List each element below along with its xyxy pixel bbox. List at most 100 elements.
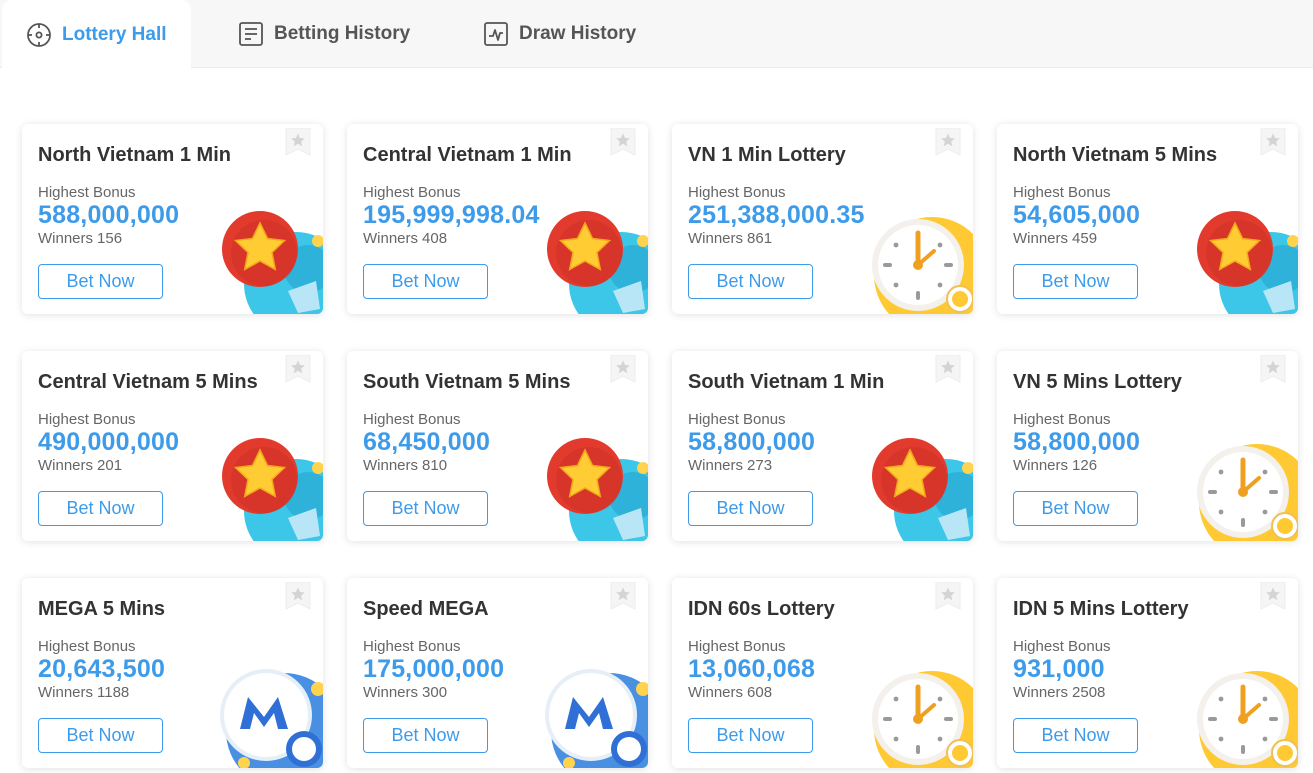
winners-count: 156 [97, 230, 123, 247]
star-ball-icon [218, 209, 323, 314]
highest-bonus-label: Highest Bonus [363, 638, 461, 655]
winners-label: Winners [363, 457, 419, 474]
winners: Winners 810 [363, 457, 447, 474]
game-name: North Vietnam 5 Mins [1013, 144, 1218, 166]
winners-label: Winners [1013, 230, 1069, 247]
game-card[interactable]: IDN 60s Lottery Highest Bonus 13,060,068… [672, 578, 973, 768]
winners-count: 300 [422, 684, 448, 701]
game-card[interactable]: Central Vietnam 1 Min Highest Bonus 195,… [347, 124, 648, 314]
star-ball-icon [543, 209, 648, 314]
star-ball-icon [1193, 209, 1298, 314]
game-name: MEGA 5 Mins [38, 598, 166, 620]
game-name: IDN 5 Mins Lottery [1013, 598, 1189, 620]
game-name: IDN 60s Lottery [688, 598, 835, 620]
winners: Winners 408 [363, 230, 447, 247]
winners-label: Winners [688, 457, 744, 474]
favorite-star-icon[interactable] [933, 582, 963, 612]
game-name: Central Vietnam 5 Mins [38, 371, 258, 393]
highest-bonus-label: Highest Bonus [1013, 411, 1111, 428]
favorite-star-icon[interactable] [1258, 128, 1288, 158]
highest-bonus-value: 490,000,000 [38, 428, 180, 456]
tab-lottery-hall[interactable]: Lottery Hall [2, 0, 191, 69]
tab-draw-history[interactable]: Draw History [483, 0, 636, 68]
highest-bonus-value: 195,999,998.04 [363, 201, 540, 229]
bet-now-button[interactable]: Bet Now [688, 491, 813, 526]
game-card[interactable]: IDN 5 Mins Lottery Highest Bonus 931,000… [997, 578, 1298, 768]
bet-now-button[interactable]: Bet Now [1013, 718, 1138, 753]
game-card[interactable]: Central Vietnam 5 Mins Highest Bonus 490… [22, 351, 323, 541]
game-name: Speed MEGA [363, 598, 489, 620]
game-name: South Vietnam 1 Min [688, 371, 885, 393]
winners: Winners 459 [1013, 230, 1097, 247]
highest-bonus-label: Highest Bonus [688, 638, 786, 655]
favorite-star-icon[interactable] [933, 355, 963, 385]
highest-bonus-value: 54,605,000 [1013, 201, 1141, 229]
winners: Winners 861 [688, 230, 772, 247]
bet-now-button[interactable]: Bet Now [1013, 491, 1138, 526]
highest-bonus-label: Highest Bonus [1013, 184, 1111, 201]
winners-count: 861 [747, 230, 773, 247]
game-card[interactable]: VN 5 Mins Lottery Highest Bonus 58,800,0… [997, 351, 1298, 541]
winners: Winners 1188 [38, 684, 129, 701]
game-card[interactable]: South Vietnam 5 Mins Highest Bonus 68,45… [347, 351, 648, 541]
winners-label: Winners [1013, 684, 1069, 701]
highest-bonus-label: Highest Bonus [363, 184, 461, 201]
game-name: VN 5 Mins Lottery [1013, 371, 1182, 393]
game-card[interactable]: South Vietnam 1 Min Highest Bonus 58,800… [672, 351, 973, 541]
winners-label: Winners [1013, 457, 1069, 474]
favorite-star-icon[interactable] [1258, 582, 1288, 612]
game-name: Central Vietnam 1 Min [363, 144, 572, 166]
winners-count: 2508 [1072, 684, 1106, 701]
tab-betting-history[interactable]: Betting History [238, 0, 410, 68]
favorite-star-icon[interactable] [283, 355, 313, 385]
highest-bonus-label: Highest Bonus [38, 411, 136, 428]
highest-bonus-label: Highest Bonus [688, 184, 786, 201]
favorite-star-icon[interactable] [608, 128, 638, 158]
favorite-star-icon[interactable] [283, 582, 313, 612]
favorite-star-icon[interactable] [283, 128, 313, 158]
star-ball-icon [218, 436, 323, 541]
bet-now-button[interactable]: Bet Now [38, 718, 163, 753]
winners-count: 126 [1072, 457, 1098, 474]
star-ball-icon [543, 436, 648, 541]
bet-now-button[interactable]: Bet Now [688, 264, 813, 299]
highest-bonus-label: Highest Bonus [38, 638, 136, 655]
bet-now-button[interactable]: Bet Now [363, 718, 488, 753]
bet-now-button[interactable]: Bet Now [38, 264, 163, 299]
winners-count: 201 [97, 457, 123, 474]
clock-icon [868, 663, 973, 768]
bet-now-button[interactable]: Bet Now [363, 491, 488, 526]
tab-label: Draw History [519, 23, 637, 44]
favorite-star-icon[interactable] [608, 355, 638, 385]
game-card[interactable]: MEGA 5 Mins Highest Bonus 20,643,500 Win… [22, 578, 323, 768]
bet-now-button[interactable]: Bet Now [363, 264, 488, 299]
game-card[interactable]: North Vietnam 1 Min Highest Bonus 588,00… [22, 124, 323, 314]
winners-count: 608 [747, 684, 773, 701]
clock-icon [1193, 436, 1298, 541]
game-grid: North Vietnam 1 Min Highest Bonus 588,00… [22, 124, 1300, 768]
favorite-star-icon[interactable] [608, 582, 638, 612]
game-name: South Vietnam 5 Mins [363, 371, 571, 393]
game-card[interactable]: VN 1 Min Lottery Highest Bonus 251,388,0… [672, 124, 973, 314]
winners-count: 459 [1072, 230, 1098, 247]
clock-icon [1193, 663, 1298, 768]
winners: Winners 608 [688, 684, 772, 701]
highest-bonus-value: 588,000,000 [38, 201, 180, 229]
tab-label: Lottery Hall [62, 23, 167, 45]
clock-icon [868, 209, 973, 314]
game-name: North Vietnam 1 Min [38, 144, 231, 166]
game-card[interactable]: North Vietnam 5 Mins Highest Bonus 54,60… [997, 124, 1298, 314]
bet-now-button[interactable]: Bet Now [688, 718, 813, 753]
highest-bonus-value: 251,388,000.35 [688, 201, 865, 229]
game-card[interactable]: Speed MEGA Highest Bonus 175,000,000 Win… [347, 578, 648, 768]
tab-bar: Lottery Hall Betting History Draw Histor… [0, 0, 1313, 69]
winners: Winners 201 [38, 457, 122, 474]
bet-now-button[interactable]: Bet Now [38, 491, 163, 526]
favorite-star-icon[interactable] [933, 128, 963, 158]
winners-label: Winners [38, 684, 94, 701]
mega-ball-icon [543, 663, 648, 768]
bet-now-button[interactable]: Bet Now [1013, 264, 1138, 299]
highest-bonus-value: 175,000,000 [363, 655, 505, 683]
favorite-star-icon[interactable] [1258, 355, 1288, 385]
highest-bonus-label: Highest Bonus [363, 411, 461, 428]
